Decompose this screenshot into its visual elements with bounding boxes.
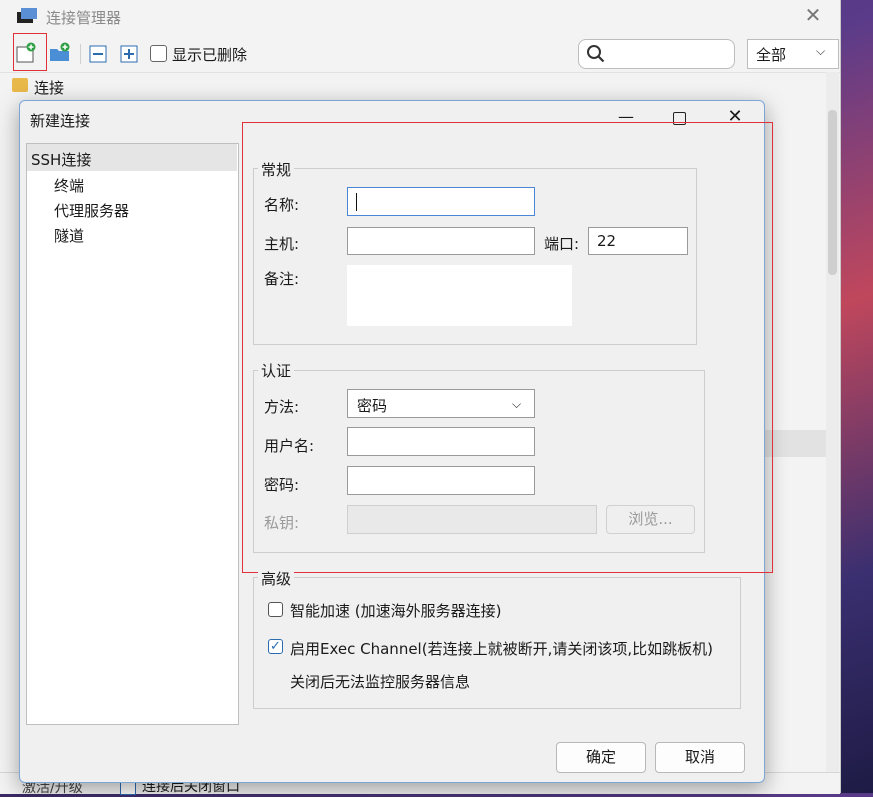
smart-accel-checkbox[interactable] [268,602,283,617]
manager-scrollbar-thumb[interactable] [828,110,837,275]
show-deleted-label: 显示已删除 [172,46,248,64]
expand-icon[interactable] [119,44,141,66]
manager-titlebar [0,0,840,34]
smart-accel-label: 智能加速 (加速海外服务器连接) [290,602,502,620]
advanced-group-title: 高级 [258,568,295,589]
folder-icon [12,78,28,92]
new-folder-icon[interactable] [49,42,71,64]
chevron-down-icon: ⌵ [816,44,826,58]
exec-channel-checkbox[interactable]: ✓ [268,639,283,654]
cancel-button[interactable]: 取消 [655,742,745,773]
exec-channel-note: 关闭后无法监控服务器信息 [290,673,471,691]
nav-item-ssh[interactable]: SSH连接 [31,149,91,170]
highlight-box-form [242,122,773,573]
show-deleted-checkbox[interactable] [150,45,167,62]
nav-item-proxy[interactable]: 代理服务器 [54,200,129,221]
search-icon [587,45,605,63]
toolbar-divider [80,44,81,64]
list-item[interactable] [764,430,826,457]
ok-button[interactable]: 确定 [556,742,646,773]
app-icon [17,8,37,23]
exec-channel-label: 启用Exec Channel(若连接上就被断开,请关闭该项,比如跳板机) [290,640,713,658]
nav-item-terminal[interactable]: 终端 [54,175,84,196]
collapse-icon[interactable] [88,44,110,66]
manager-close-button[interactable]: ✕ [802,3,824,27]
manager-title: 连接管理器 [46,9,122,27]
dialog-title: 新建连接 [30,112,91,130]
highlight-box-new-button [13,33,47,71]
tree-root-connections[interactable]: 连接 [34,77,64,98]
nav-item-tunnel[interactable]: 隧道 [54,225,84,246]
filter-value: 全部 [756,46,787,64]
